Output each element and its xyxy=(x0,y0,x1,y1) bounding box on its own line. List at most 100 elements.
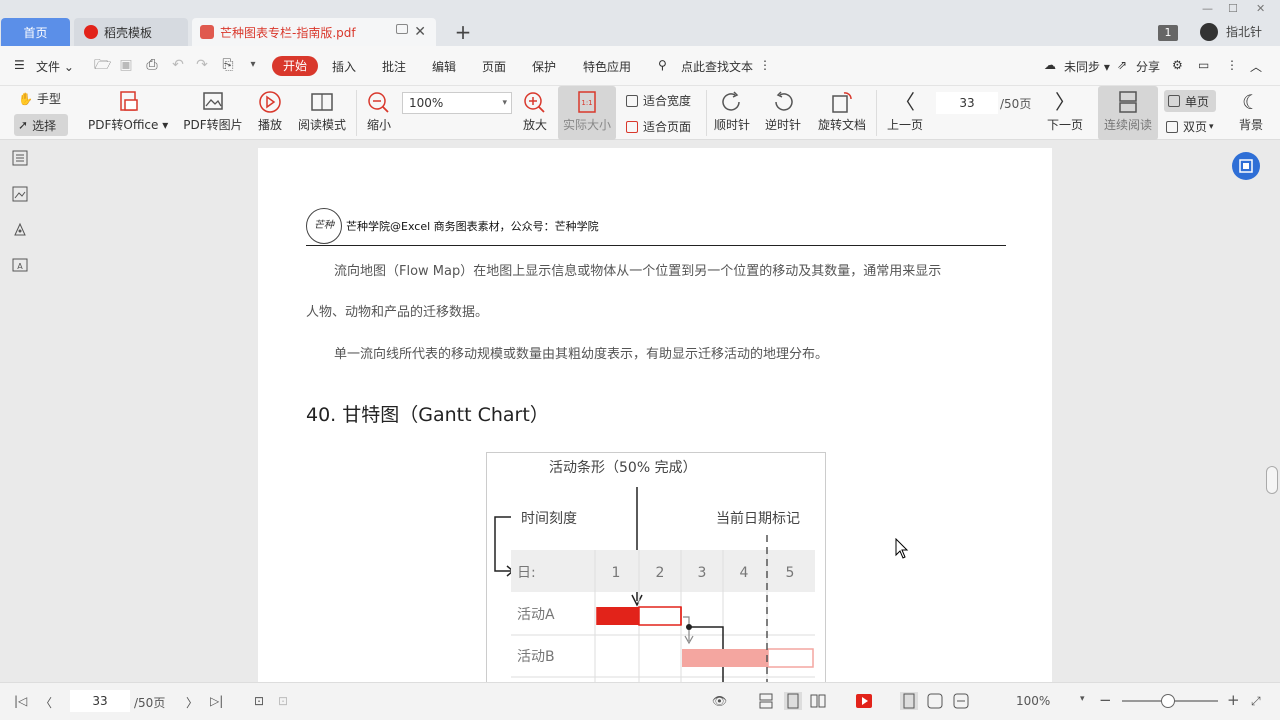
zoom-out-button[interactable]: 缩小 xyxy=(364,86,394,140)
more-dropdown-icon[interactable]: ▾ xyxy=(245,57,261,73)
fit-page-button[interactable]: 适合页面 xyxy=(626,118,691,135)
zoom-in-status-icon[interactable]: + xyxy=(1227,691,1240,709)
share-button[interactable]: 分享 xyxy=(1136,58,1160,75)
vertical-scrollbar[interactable] xyxy=(1266,140,1280,682)
single-view-icon[interactable] xyxy=(784,692,802,710)
translate-icon[interactable]: A xyxy=(12,258,28,274)
prev-page-button[interactable]: 〈 上一页 xyxy=(884,86,926,140)
export-icon[interactable]: ⎘ xyxy=(220,57,236,73)
menu-bar: ☰ 文件 ⌄ 🗁 ▣ ⎙ ↶ ↷ ⎘ ▾ 开始 插入 批注 编辑 页面 保护 特… xyxy=(0,46,1280,86)
rotate-ccw-button[interactable]: 逆时针 xyxy=(762,86,804,140)
first-page-icon[interactable]: |◁ xyxy=(14,694,27,708)
close-icon[interactable]: ✕ xyxy=(414,24,426,40)
zoom-dropdown-icon[interactable]: ▾ xyxy=(1080,694,1085,704)
menu-edit[interactable]: 编辑 xyxy=(432,58,456,75)
zoom-select[interactable]: 100% ▾ xyxy=(402,92,512,114)
gantt-figure: 活动条形（50% 完成） 时间刻度 当前日期标记 日: 1 2 3 4 5 活动… xyxy=(486,452,826,682)
continuous-view-icon[interactable] xyxy=(757,692,775,710)
single-page-button[interactable]: 单页 xyxy=(1164,90,1216,112)
window-count-badge[interactable]: 1 xyxy=(1158,25,1178,41)
background-button[interactable]: ☾ 背景 xyxy=(1236,86,1266,140)
next-page-button[interactable]: 〉 下一页 xyxy=(1044,86,1086,140)
fit-page-status-icon[interactable] xyxy=(926,692,944,710)
last-page-icon[interactable]: ▷| xyxy=(210,694,223,708)
search-icon[interactable]: ⚲ xyxy=(658,58,667,72)
slideshow-icon[interactable] xyxy=(855,692,873,710)
rotate-document-button[interactable]: 旋转文档 xyxy=(814,86,870,140)
zoom-out-status-icon[interactable]: − xyxy=(1099,691,1112,709)
fit-width-button[interactable]: 适合宽度 xyxy=(626,92,691,109)
menu-page[interactable]: 页面 xyxy=(482,58,506,75)
play-button[interactable]: 播放 xyxy=(254,86,286,140)
status-page-input[interactable]: 33 xyxy=(70,690,130,712)
pdf-to-image-button[interactable]: PDF转图片 xyxy=(180,86,246,140)
outline-icon[interactable] xyxy=(12,150,28,166)
redo-icon[interactable]: ↷ xyxy=(194,57,210,73)
actual-size-label: 实际大小 xyxy=(562,118,611,132)
actual-size-button[interactable]: 1:1 实际大小 xyxy=(558,86,616,140)
cursor-arrow-icon: ➚ xyxy=(18,118,29,132)
menu-protect[interactable]: 保护 xyxy=(532,58,556,75)
svg-text:1:1: 1:1 xyxy=(581,99,592,107)
paragraph-line: 流向地图（Flow Map）在地图上显示信息或物体从一个位置到另一个位置的移动及… xyxy=(334,264,942,279)
undo-icon[interactable]: ↶ xyxy=(170,57,186,73)
tab-template[interactable]: 稻壳模板 xyxy=(74,18,188,46)
share-icon[interactable]: ⇗ xyxy=(1117,58,1127,72)
scrollbar-thumb[interactable] xyxy=(1266,466,1278,494)
settings-icon[interactable]: ⚙ xyxy=(1172,58,1183,72)
page-number-input[interactable]: 33 xyxy=(936,92,998,114)
scale-callout-bracket xyxy=(494,516,511,572)
forward-icon[interactable]: ⊡ xyxy=(278,694,288,708)
rotate-cw-label: 顺时针 xyxy=(713,118,750,132)
rotate-counterclockwise-icon xyxy=(775,91,793,111)
prev-page-label: 上一页 xyxy=(886,118,923,132)
more-vertical-icon[interactable]: ⋮ xyxy=(759,58,771,72)
save-icon[interactable]: ▣ xyxy=(118,57,134,73)
continuous-read-button[interactable]: 连续阅读 xyxy=(1098,86,1158,140)
thumbnail-icon[interactable] xyxy=(12,186,28,202)
double-page-button[interactable]: 双页 ▾ xyxy=(1166,118,1214,135)
eye-protection-icon[interactable]: 👁 xyxy=(712,694,727,708)
sync-status[interactable]: 未同步 ▾ xyxy=(1064,58,1110,75)
next-page-icon[interactable]: 〉 xyxy=(186,694,198,711)
maximize-icon[interactable]: ☐ xyxy=(1228,2,1238,15)
select-tool-button[interactable]: ➚ 选择 xyxy=(14,114,68,136)
float-tool-button[interactable] xyxy=(1232,152,1260,180)
back-icon[interactable]: ⊡ xyxy=(254,694,264,708)
cloud-icon[interactable]: ☁ xyxy=(1044,58,1056,72)
zoom-level[interactable]: 100% xyxy=(1016,694,1050,708)
fit-width-status-icon[interactable] xyxy=(952,692,970,710)
hand-tool-button[interactable]: ✋ 手型 xyxy=(18,90,61,107)
rotate-cw-button[interactable]: 顺时针 xyxy=(712,86,752,140)
zoom-slider-knob[interactable] xyxy=(1161,694,1175,708)
tab-window-icon[interactable] xyxy=(396,24,408,34)
minimize-icon[interactable]: — xyxy=(1202,2,1213,15)
annotation-icon[interactable] xyxy=(12,222,28,238)
double-view-icon[interactable] xyxy=(809,692,827,710)
tab-document[interactable]: 芒种图表专栏-指南版.pdf ✕ xyxy=(192,18,436,46)
search-text[interactable]: 点此查找文本 xyxy=(681,58,753,75)
menu-insert[interactable]: 插入 xyxy=(332,58,356,75)
zoom-in-button[interactable]: 放大 xyxy=(520,86,550,140)
window-close-icon[interactable]: ✕ xyxy=(1256,2,1265,15)
menu-special[interactable]: 特色应用 xyxy=(583,58,631,75)
fullscreen-icon[interactable]: ⤢ xyxy=(1251,694,1261,709)
menu-start[interactable]: 开始 xyxy=(272,56,318,76)
open-folder-icon[interactable]: 🗁 xyxy=(94,57,111,73)
avatar[interactable] xyxy=(1200,23,1218,41)
tab-document-label: 芒种图表专栏-指南版.pdf xyxy=(220,25,356,40)
collapse-ribbon-icon[interactable]: ︿ xyxy=(1250,58,1262,75)
read-mode-button[interactable]: 阅读模式 xyxy=(296,86,348,140)
prev-page-icon[interactable]: 〈 xyxy=(40,694,52,711)
new-tab-button[interactable]: + xyxy=(452,18,474,46)
actual-size-status-icon[interactable] xyxy=(900,692,918,710)
menu-file[interactable]: 文件 ⌄ xyxy=(36,58,74,75)
hamburger-icon[interactable]: ☰ xyxy=(14,58,25,72)
comment-icon[interactable]: ▭ xyxy=(1198,58,1209,72)
print-icon[interactable]: ⎙ xyxy=(144,57,160,73)
pdf-to-office-button[interactable]: PDF转Office ▾ xyxy=(88,86,168,140)
more-options-icon[interactable]: ⋮ xyxy=(1226,58,1238,72)
user-name[interactable]: 指北针 xyxy=(1226,23,1262,40)
tab-home[interactable]: 首页 xyxy=(1,18,70,46)
menu-annotate[interactable]: 批注 xyxy=(382,58,406,75)
